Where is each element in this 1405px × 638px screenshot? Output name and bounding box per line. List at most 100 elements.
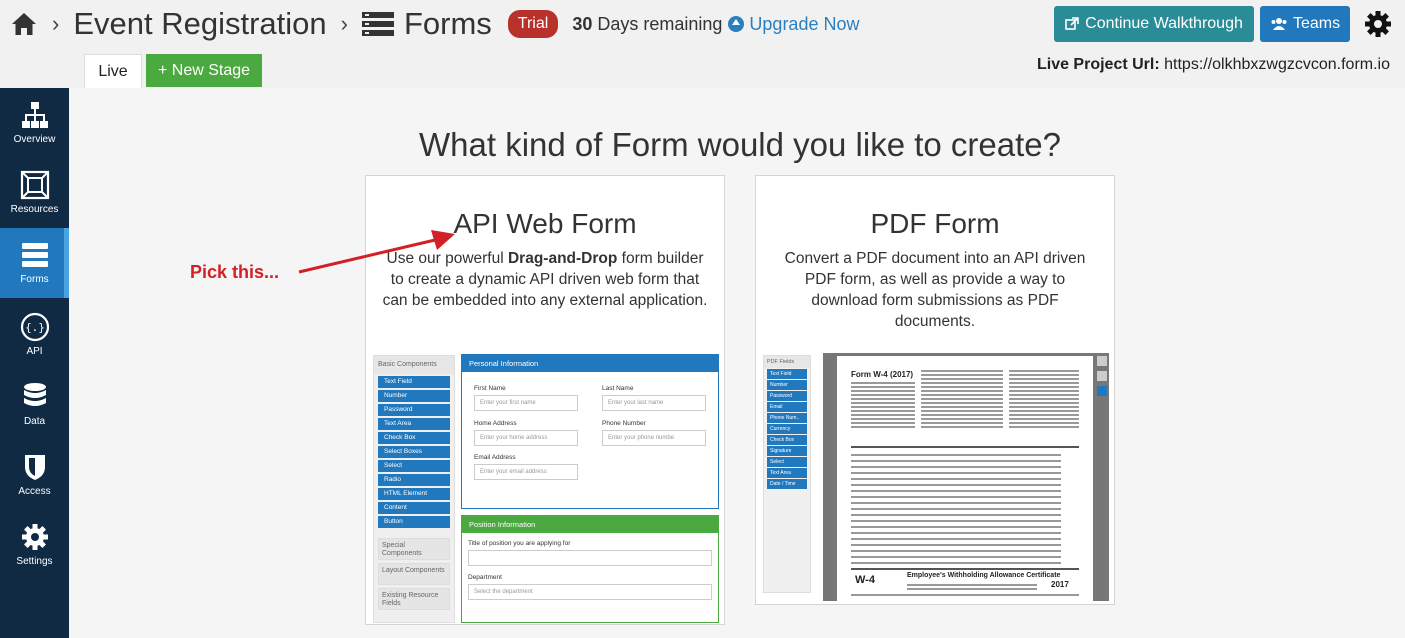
sitemap-icon [21,102,48,128]
component-section: Existing Resource Fields [378,588,450,610]
continue-walkthrough-button[interactable]: Continue Walkthrough [1054,6,1254,42]
pdf-text-line [921,398,1003,400]
breadcrumb-project[interactable]: Event Registration [73,6,326,42]
pdf-text-line [1009,382,1079,384]
sidebar-item-forms[interactable]: Forms [0,228,69,298]
pdf-rule [851,446,1079,448]
pdf-text-line [921,386,1003,388]
pdf-text-line [851,402,915,404]
zoom-in-icon [1097,356,1107,366]
component-button: Text Field [378,376,450,388]
component-button: Currency [767,424,807,434]
pdf-text-line [851,382,915,384]
pdf-text-line [851,490,1061,492]
pdf-text-line [921,394,1003,396]
pdf-text-line [921,414,1003,416]
sidebar-item-api[interactable]: {.} API [0,300,69,370]
home-icon[interactable] [10,10,38,38]
chevron-right-icon: › [340,11,348,36]
pdf-text-line [921,418,1003,420]
upgrade-link[interactable]: Upgrade Now [728,14,859,35]
pdf-text-line [851,386,915,388]
sidebar-item-data[interactable]: Data [0,370,69,440]
pdf-document-viewer: Form W-4 (2017) W-4 Employee's Withholdi… [823,353,1109,601]
pdf-text-line [851,422,915,424]
pdf-text-line [1009,418,1079,420]
sidebar-item-settings[interactable]: Settings [0,510,69,580]
pdf-text-line [921,426,1003,428]
sidebar-item-label: Resources [10,204,59,215]
component-button: Password [378,404,450,416]
pdf-text-line [1009,394,1079,396]
chevron-right-icon: › [52,11,60,36]
pdf-builder-preview: PDF Fields Text Field Number Password Em… [761,353,1111,603]
last-name-input: Enter your last name [602,395,706,411]
phone-number-input: Enter your phone numbe [602,430,706,446]
live-url-value[interactable]: https://olkhbxzwgzcvcon.form.io [1164,56,1390,73]
pdf-text-line [851,532,1061,534]
component-button: Email [767,402,807,412]
component-button: Phone Num.. [767,413,807,423]
component-button: Select Boxes [378,446,450,458]
pdf-text-line [851,478,1061,480]
form-builder-preview: Basic Components Text Field Number Passw… [371,353,721,623]
pdf-text-line [1009,402,1079,404]
sidebar-item-resources[interactable]: Resources [0,158,69,228]
component-button: Number [767,380,807,390]
breadcrumb: › Event Registration › Forms Trial 30 Da… [10,4,859,44]
panel-heading: Position Information [462,516,718,533]
field-label: Phone Number [602,420,646,427]
sidebar-item-overview[interactable]: Overview [0,88,69,158]
pdf-text-line [1009,406,1079,408]
pdf-rule [851,568,1079,570]
panel-heading: Basic Components [374,356,454,374]
pdf-text-line [851,556,1061,558]
email-address-input: Enter your email address [474,464,578,480]
gear-icon[interactable] [1364,10,1392,38]
basic-components-panel: Basic Components Text Field Number Passw… [373,355,455,623]
pdf-toolbar [1097,356,1107,401]
pdf-text-line [851,562,1061,564]
pdf-form-card[interactable]: PDF Form Convert a PDF document into an … [755,175,1115,605]
field-label: Title of position you are applying for [468,540,571,547]
component-button: Select [767,457,807,467]
field-label: Department [468,574,502,581]
teams-label: Teams [1292,15,1341,32]
sidebar-item-label: Overview [13,134,56,145]
teams-button[interactable]: Teams [1260,6,1350,42]
field-label: Email Address [474,454,516,461]
pdf-text-line [921,374,1003,376]
component-button: Check Box [378,432,450,444]
live-project-url: Live Project Url: https://olkhbxzwgzcvco… [1037,56,1390,74]
api-icon: {.} [20,312,49,342]
pdf-text-line [851,460,1061,462]
tab-live[interactable]: Live [84,54,142,88]
forms-icon [361,12,394,36]
svg-text:{.}: {.} [25,321,45,334]
pdf-text-line [907,588,1037,590]
database-icon [23,383,46,406]
pdf-text-line [851,550,1061,552]
home-address-input: Enter your home address [474,430,578,446]
position-title-input [468,550,712,566]
pdf-text-line [1009,410,1079,412]
pdf-text-line [1009,414,1079,416]
page-heading: What kind of Form would you like to crea… [419,126,1061,163]
component-button: Text Area [378,418,450,430]
first-name-input: Enter your first name [474,395,578,411]
external-link-icon [1065,17,1079,30]
field-label: Home Address [474,420,517,427]
component-button: HTML Element [378,488,450,500]
pdf-text-line [921,422,1003,424]
pdf-text-line [851,544,1061,546]
pdf-text-line [851,514,1061,516]
pdf-text-line [1009,370,1079,372]
days-text: Days remaining [597,13,723,34]
pdf-text-line [851,398,915,400]
sidebar-item-access[interactable]: Access [0,440,69,510]
pdf-form-title: Form W-4 (2017) [851,370,914,379]
pdf-text-line [851,418,915,420]
card-description: Convert a PDF document into an API drive… [784,250,1086,330]
new-stage-button[interactable]: + New Stage [146,54,262,87]
pdf-text-line [851,466,1061,468]
